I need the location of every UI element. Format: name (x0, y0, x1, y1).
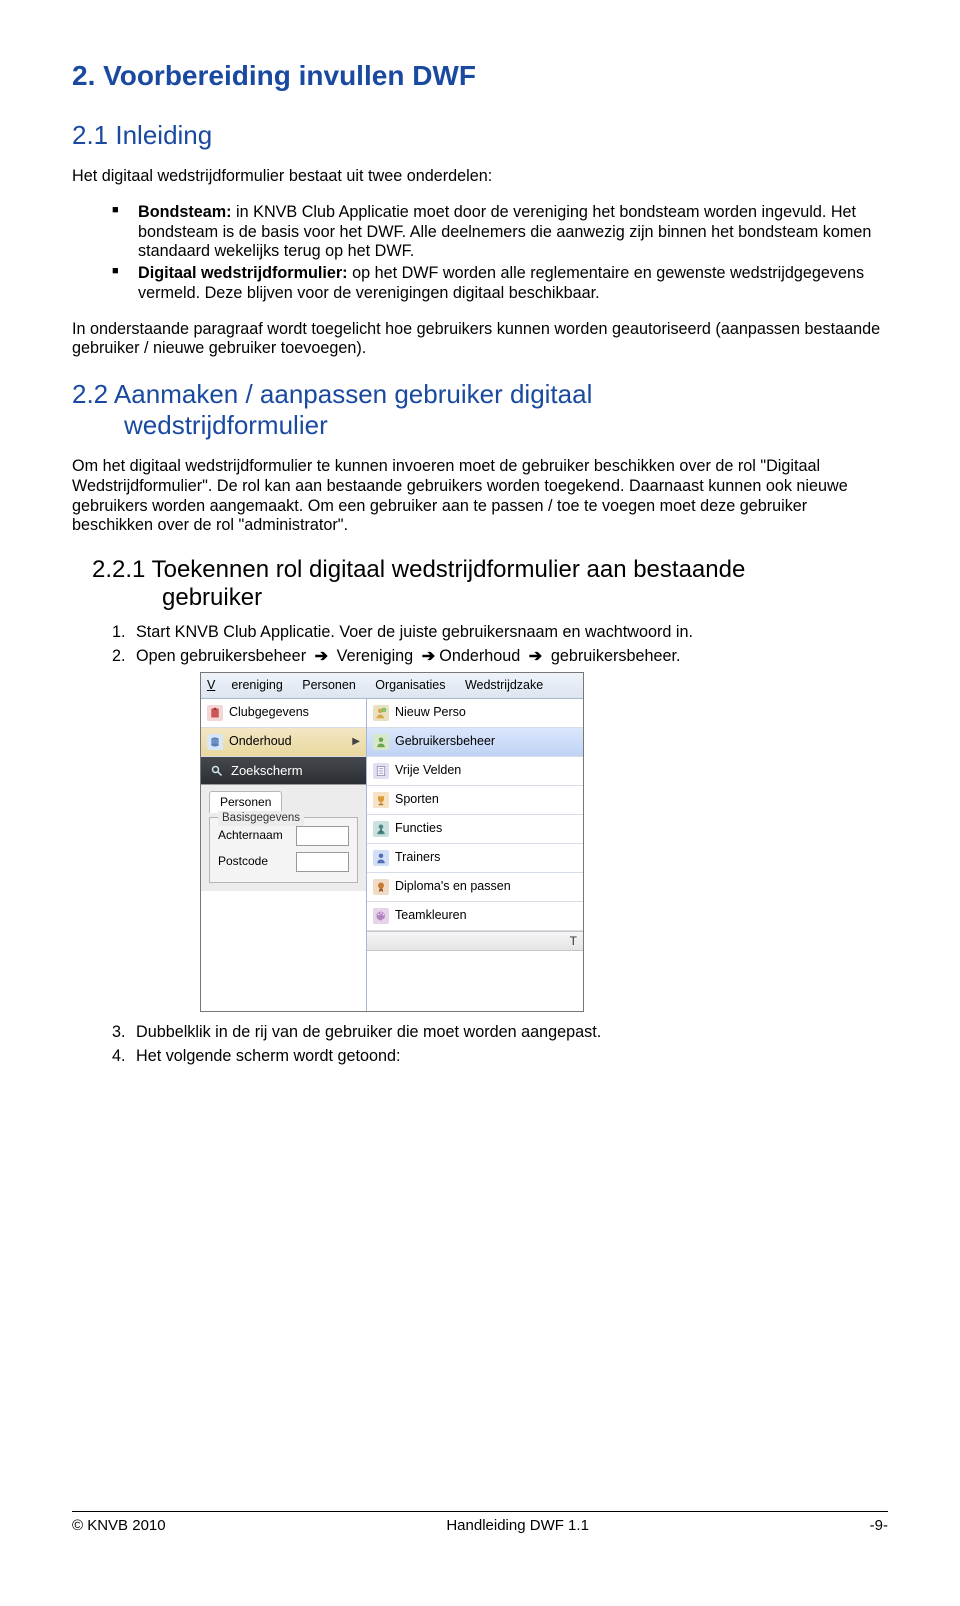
heading-2-aanmaken: 2.2 Aanmaken / aanpassen gebruiker digit… (72, 379, 888, 441)
menu-vereniging[interactable]: VVerenigingereniging (207, 678, 283, 692)
sporten-label: Sporten (395, 791, 439, 808)
person-add-icon: + (373, 705, 389, 721)
diplomas-label: Diploma's en passen (395, 878, 511, 895)
app-screenshot: VVerenigingereniging Personen Organisati… (200, 672, 584, 1012)
arrow-icon: ➔ (315, 647, 329, 665)
menu-item-clubgegevens[interactable]: Clubgegevens (201, 699, 366, 728)
para-intro: Het digitaal wedstrijdformulier bestaat … (72, 167, 888, 187)
arrow-icon: ➔ (422, 647, 436, 665)
heading-2-line2: wedstrijdformulier (124, 410, 888, 441)
menu-organisaties[interactable]: Organisaties (375, 678, 445, 692)
document-lines-icon (373, 763, 389, 779)
trophy-icon (373, 792, 389, 808)
submenu-teamkleuren[interactable]: Teamkleuren (367, 902, 583, 931)
heading-3-line2: gebruiker (162, 584, 888, 612)
zoekscherm-header: Zoekscherm (201, 757, 366, 785)
fieldset-legend: Basisgegevens (218, 811, 304, 827)
clipboard-icon (207, 705, 223, 721)
para-rol-uitleg: Om het digitaal wedstrijdformulier te ku… (72, 457, 888, 536)
nieuw-persoon-label: Nieuw Perso (395, 704, 466, 721)
search-icon (209, 763, 225, 779)
user-check-icon (373, 734, 389, 750)
submenu-sporten[interactable]: Sporten (367, 786, 583, 815)
step-1: Start KNVB Club Applicatie. Voer de juis… (130, 622, 888, 644)
clubgegevens-label: Clubgegevens (229, 704, 309, 721)
bullet-dwf: Digitaal wedstrijdformulier: op het DWF … (112, 264, 888, 304)
bullet-dwf-label: Digitaal wedstrijdformulier: (138, 264, 348, 282)
whistle-icon (373, 850, 389, 866)
vrije-velden-label: Vrije Velden (395, 762, 461, 779)
step-2-b: Vereniging (337, 647, 414, 665)
menu-item-onderhoud[interactable]: Onderhoud ▶ (201, 728, 366, 757)
person-tie-icon (373, 821, 389, 837)
step-2-a: Open gebruikersbeheer (136, 647, 306, 665)
numbered-steps: Start KNVB Club Applicatie. Voer de juis… (72, 622, 888, 1067)
right-submenu: + Nieuw Perso Gebruikersbeheer Vrije Vel… (367, 699, 583, 1011)
heading-2-line1: 2.2 Aanmaken / aanpassen gebruiker digit… (72, 379, 592, 409)
heading-3-toekennen: 2.2.1 Toekennen rol digitaal wedstrijdfo… (92, 556, 888, 612)
bullet-bondsteam: Bondsteam: in KNVB Club Applicatie moet … (112, 203, 888, 262)
input-achternaam[interactable] (296, 826, 349, 846)
medal-icon (373, 879, 389, 895)
step-2: Open gebruikersbeheer ➔ Vereniging ➔Onde… (130, 646, 888, 1012)
footer-rule (72, 1511, 888, 1512)
arrow-icon: ➔ (529, 647, 543, 665)
submenu-vrije-velden[interactable]: Vrije Velden (367, 757, 583, 786)
footer-center: Handleiding DWF 1.1 (446, 1517, 589, 1534)
menubar: VVerenigingereniging Personen Organisati… (201, 673, 583, 699)
label-postcode: Postcode (218, 853, 290, 869)
step-4: Het volgende scherm wordt getoond: (130, 1046, 888, 1068)
step-3: Dubbelklik in de rij van de gebruiker di… (130, 1022, 888, 1044)
teamkleuren-label: Teamkleuren (395, 907, 467, 924)
heading-3-line1: 2.2.1 Toekennen rol digitaal wedstrijdfo… (92, 556, 745, 583)
tab-personen[interactable]: Personen (209, 791, 282, 812)
submenu-trainers[interactable]: Trainers (367, 844, 583, 873)
page-footer: © KNVB 2010 Handleiding DWF 1.1 -9- (72, 1517, 888, 1534)
menu-personen[interactable]: Personen (302, 678, 356, 692)
menu-wedstrijdzaken[interactable]: Wedstrijdzake (465, 678, 543, 692)
heading-1: 2. Voorbereiding invullen DWF (72, 60, 888, 92)
submenu-diplomas[interactable]: Diploma's en passen (367, 873, 583, 902)
database-icon (207, 734, 223, 750)
bullet-bondsteam-text: in KNVB Club Applicatie moet door de ver… (138, 203, 871, 261)
label-achternaam: Achternaam (218, 827, 290, 843)
submenu-gebruikersbeheer[interactable]: Gebruikersbeheer (367, 728, 583, 757)
input-postcode[interactable] (296, 852, 349, 872)
step-2-c: Onderhoud (439, 647, 520, 665)
submenu-functies[interactable]: Functies (367, 815, 583, 844)
footer-left: © KNVB 2010 (72, 1517, 166, 1534)
trainers-label: Trainers (395, 849, 440, 866)
bullet-list-onderdelen: Bondsteam: in KNVB Club Applicatie moet … (72, 203, 888, 304)
table-header-row: T (367, 931, 583, 951)
submenu-nieuw-persoon[interactable]: + Nieuw Perso (367, 699, 583, 728)
bullet-bondsteam-label: Bondsteam: (138, 203, 232, 221)
functies-label: Functies (395, 820, 442, 837)
heading-2-inleiding: 2.1 Inleiding (72, 120, 888, 151)
palette-icon (373, 908, 389, 924)
step-2-d: gebruikersbeheer. (551, 647, 681, 665)
zoekscherm-body: Personen Basisgegevens Achternaam Postco… (201, 784, 366, 890)
column-t: T (570, 933, 577, 949)
gebruikersbeheer-label: Gebruikersbeheer (395, 733, 495, 750)
fieldset-basisgegevens: Basisgegevens Achternaam Postcode (209, 817, 358, 883)
zoekscherm-title: Zoekscherm (231, 762, 303, 780)
para-autoriseer: In onderstaande paragraaf wordt toegelic… (72, 320, 888, 360)
chevron-right-icon: ▶ (352, 735, 360, 749)
footer-right: -9- (870, 1517, 888, 1534)
svg-text:+: + (383, 708, 385, 712)
field-postcode-row: Postcode (218, 852, 349, 872)
left-dropdown: Clubgegevens Onderhoud ▶ Zoekscherm (201, 699, 367, 1011)
onderhoud-label: Onderhoud (229, 733, 292, 750)
field-achternaam-row: Achternaam (218, 826, 349, 846)
